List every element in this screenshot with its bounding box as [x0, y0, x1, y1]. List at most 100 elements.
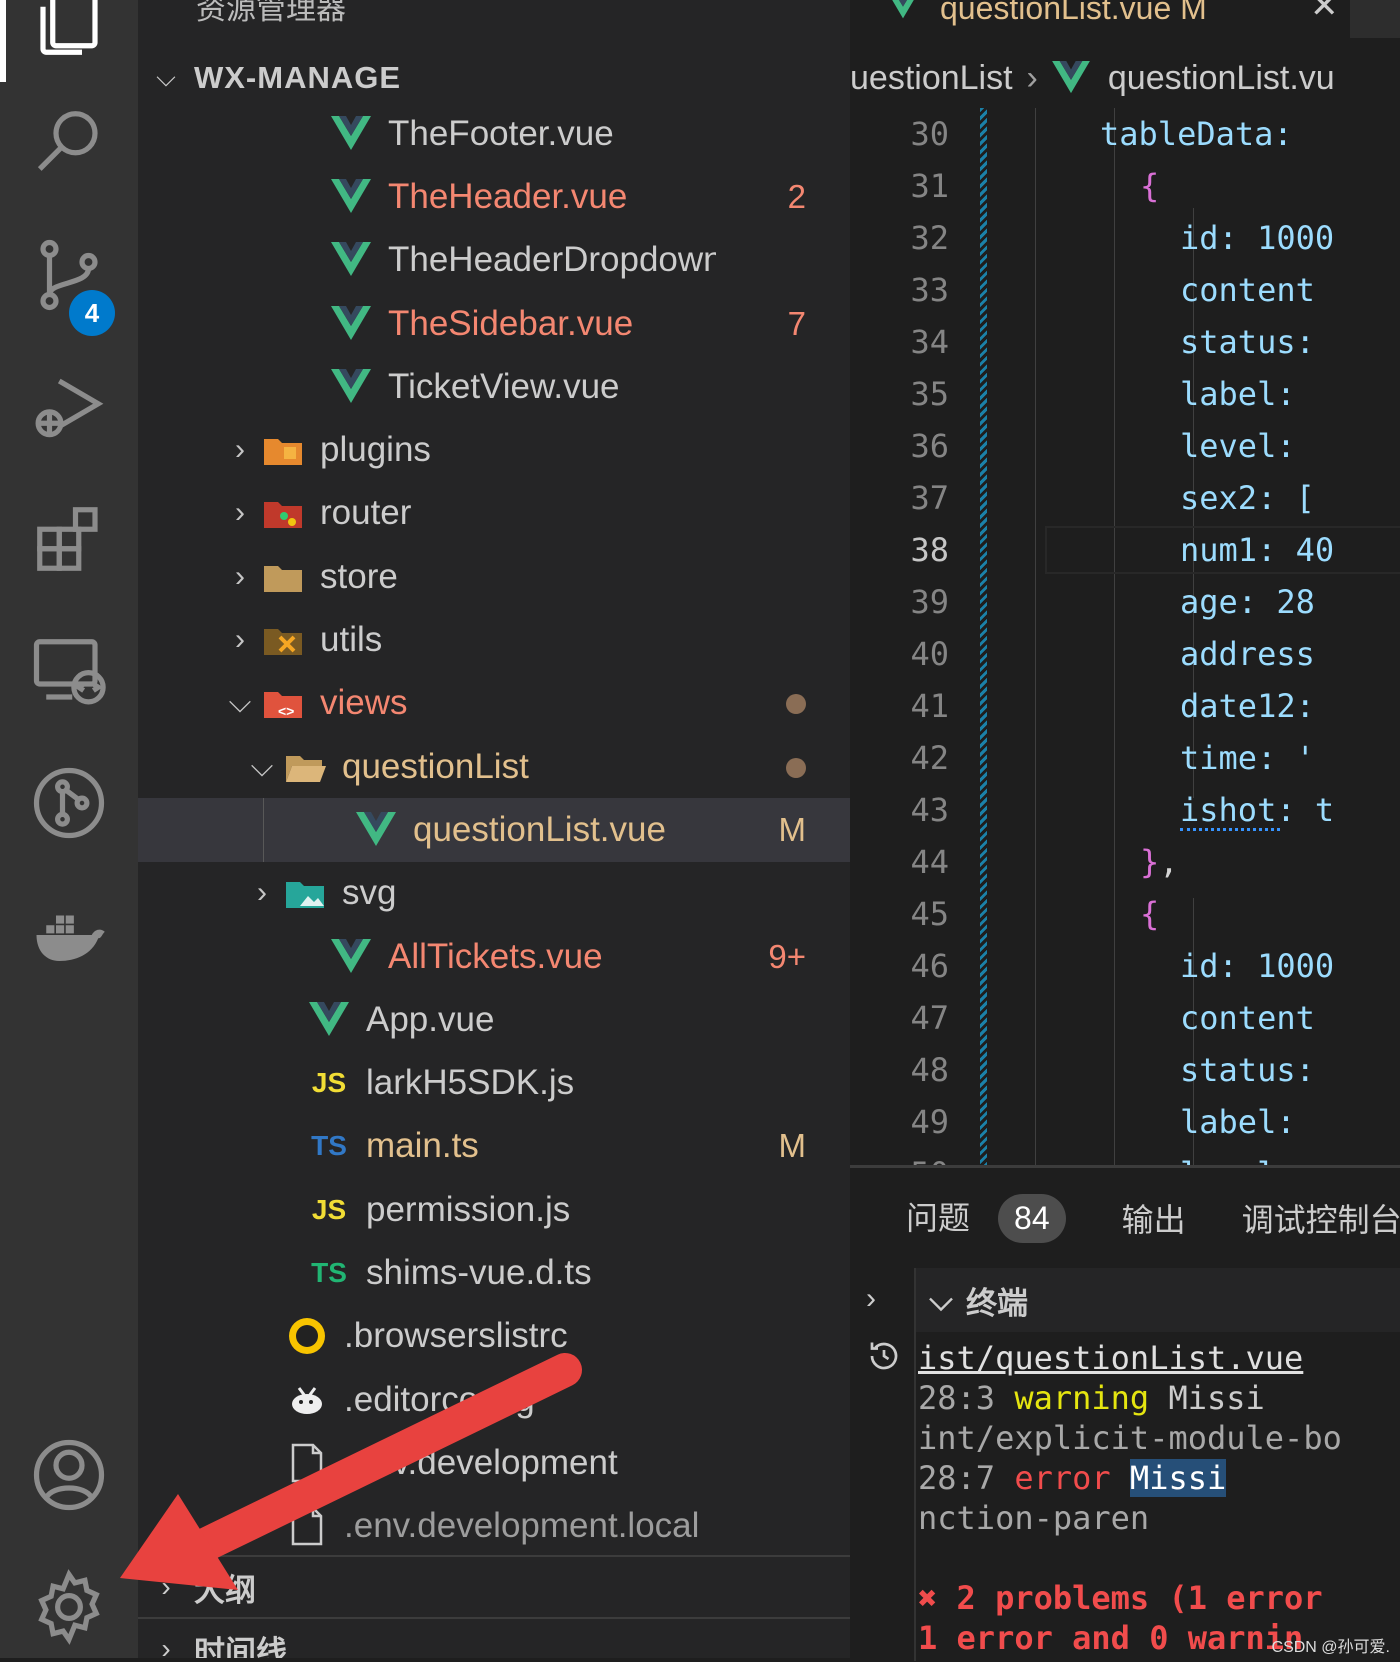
line-number: 32 — [910, 219, 949, 257]
tab-problems[interactable]: 问题 84 — [906, 1193, 1066, 1243]
code-line[interactable]: 31 { — [850, 160, 1400, 212]
breadcrumb-folder[interactable]: uestionList — [850, 59, 1013, 98]
tree-folder-item[interactable]: › plugins — [138, 418, 850, 481]
utils-folder-icon — [260, 617, 306, 663]
chevron-down-icon: ⌵ — [929, 1281, 953, 1317]
breadcrumb: uestionList › questionList.vu — [850, 50, 1400, 106]
code-line[interactable]: 37 sex2: [ — [850, 472, 1400, 524]
tree-file-item[interactable]: .editorconfig — [138, 1368, 850, 1431]
code-text: age: 28 — [1180, 583, 1315, 621]
code-area[interactable]: 30 tableData: 31 { 32 id: 1000 33 content 34 stat… — [850, 108, 1400, 1165]
tree-file-item[interactable]: TheHeaderDropdownAcc... — [138, 229, 850, 292]
tree-item-decoration: 2 — [787, 177, 806, 215]
code-line[interactable]: 45 { — [850, 888, 1400, 940]
code-line[interactable]: 47 content — [850, 992, 1400, 1044]
workspace-section-header[interactable]: ⌵ WX-MANAGE — [138, 50, 850, 106]
code-line[interactable]: 39 age: 28 — [850, 576, 1400, 628]
tab-title: questionList.vue M — [940, 0, 1207, 27]
code-line[interactable]: 35 label: — [850, 368, 1400, 420]
code-line[interactable]: 38 num1: 40 — [850, 524, 1400, 576]
code-line[interactable]: 30 tableData: — [850, 108, 1400, 160]
tree-file-item[interactable]: TheFooter.vue — [138, 102, 850, 165]
tree-item-label: main.ts — [366, 1126, 479, 1166]
tree-folder-item[interactable]: › utils — [138, 608, 850, 671]
tree-item-label: larkH5SDK.js — [366, 1063, 575, 1103]
terminal-header[interactable]: ⌵ 终端 — [916, 1268, 1400, 1332]
tree-folder-item[interactable]: ⌵ questionList — [138, 735, 850, 798]
tree-file-item[interactable]: .env.development — [138, 1431, 850, 1494]
tree-file-item[interactable]: .env.development.local — [138, 1495, 850, 1558]
docker-icon[interactable] — [0, 880, 138, 990]
history-icon[interactable] — [866, 1338, 902, 1374]
chevron-right-icon: › — [235, 559, 245, 593]
tree-file-item[interactable]: .browserslistrc — [138, 1305, 850, 1368]
code-line[interactable]: 50 level: — [850, 1148, 1400, 1165]
code-line[interactable]: 40 address — [850, 628, 1400, 680]
line-number: 48 — [910, 1051, 949, 1089]
git-graph-icon[interactable] — [0, 748, 138, 858]
tree-folder-item[interactable]: › store — [138, 545, 850, 608]
tab-debug-console[interactable]: 调试控制台 — [1242, 1195, 1400, 1241]
code-line[interactable]: 33 content — [850, 264, 1400, 316]
tree-item-decoration: M — [778, 1127, 807, 1165]
vue-file-icon — [1051, 61, 1090, 95]
outline-section-header[interactable]: › 大纲 — [138, 1555, 850, 1617]
close-icon[interactable]: ✕ — [1310, 0, 1339, 26]
tree-file-item[interactable]: JS permission.js — [138, 1178, 850, 1241]
code-line[interactable]: 42 time: ' — [850, 732, 1400, 784]
code-line[interactable]: 36 level: — [850, 420, 1400, 472]
code-line[interactable]: 44}, — [850, 836, 1400, 888]
tree-file-item[interactable]: App.vue — [138, 988, 850, 1051]
explorer-icon[interactable] — [0, 0, 138, 78]
code-text: sex2: [ — [1180, 479, 1315, 517]
tree-item-label: svg — [342, 873, 397, 913]
breadcrumb-file[interactable]: questionList.vu — [1108, 59, 1335, 98]
timeline-section-header[interactable]: › 时间线 — [138, 1617, 850, 1658]
tree-item-label: TheHeaderDropdownAcc... — [388, 240, 716, 280]
chevron-right-icon[interactable]: › — [866, 1282, 902, 1318]
remote-explorer-icon[interactable] — [0, 616, 138, 726]
tree-file-item[interactable]: JS larkH5SDK.js — [138, 1051, 850, 1114]
tree-file-item[interactable]: TicketView.vue — [138, 355, 850, 418]
terminal-line: ist/questionList.vue — [918, 1339, 1304, 1377]
line-number: 39 — [910, 583, 949, 621]
extensions-icon[interactable] — [0, 484, 138, 594]
settings-gear-icon[interactable] — [0, 1552, 138, 1662]
code-text: time: ' — [1180, 739, 1315, 777]
vue-file-icon — [306, 997, 352, 1043]
explorer-sidebar: 资源管理器 ⌵ WX-MANAGE TheFooter.vue TheHeader… — [138, 0, 850, 1658]
chevron-right-icon: › — [1026, 58, 1038, 97]
run-debug-icon[interactable] — [0, 352, 138, 462]
tree-file-item[interactable]: TheHeader.vue 2 — [138, 165, 850, 228]
code-line[interactable]: 48 status: — [850, 1044, 1400, 1096]
code-line[interactable]: 43 ishot: t — [850, 784, 1400, 836]
code-line[interactable]: 49 label: — [850, 1096, 1400, 1148]
tab-output[interactable]: 输出 — [1122, 1195, 1186, 1241]
line-number: 49 — [910, 1103, 949, 1141]
tree-folder-item[interactable]: ⌵ <> views — [138, 672, 850, 735]
account-icon[interactable] — [0, 1420, 138, 1530]
code-text: id: 1000 — [1180, 219, 1335, 257]
tree-file-item[interactable]: AllTickets.vue 9+ — [138, 925, 850, 988]
tree-file-item[interactable]: TS shims-vue.d.ts — [138, 1241, 850, 1304]
code-line[interactable]: 46 id: 1000 — [850, 940, 1400, 992]
code-line[interactable]: 34 status: — [850, 316, 1400, 368]
code-line[interactable]: 41 date12: — [850, 680, 1400, 732]
chevron-right-icon: › — [161, 1571, 171, 1602]
line-number: 38 — [910, 531, 949, 569]
code-line[interactable]: 32 id: 1000 — [850, 212, 1400, 264]
javascript-file-icon: JS — [311, 1067, 347, 1099]
svg-text:<>: <> — [278, 703, 294, 719]
search-icon[interactable] — [0, 88, 138, 198]
tab-questionlist-vue[interactable]: questionList.vue M ✕ — [850, 0, 1350, 38]
line-number: 31 — [910, 167, 949, 205]
modified-dot — [716, 684, 850, 722]
terminal-output[interactable]: ist/questionList.vue 28:3 warning Missi i… — [918, 1338, 1400, 1658]
lint-message: Missi — [1129, 1459, 1227, 1497]
tree-folder-item[interactable]: › svg — [138, 862, 850, 925]
tree-file-item[interactable]: TS main.ts M — [138, 1115, 850, 1178]
tree-item-label: permission.js — [366, 1189, 571, 1229]
tree-file-item[interactable]: TheSidebar.vue 7 — [138, 292, 850, 355]
tree-file-item[interactable]: questionList.vue M — [138, 798, 850, 862]
tree-folder-item[interactable]: › router — [138, 482, 850, 545]
